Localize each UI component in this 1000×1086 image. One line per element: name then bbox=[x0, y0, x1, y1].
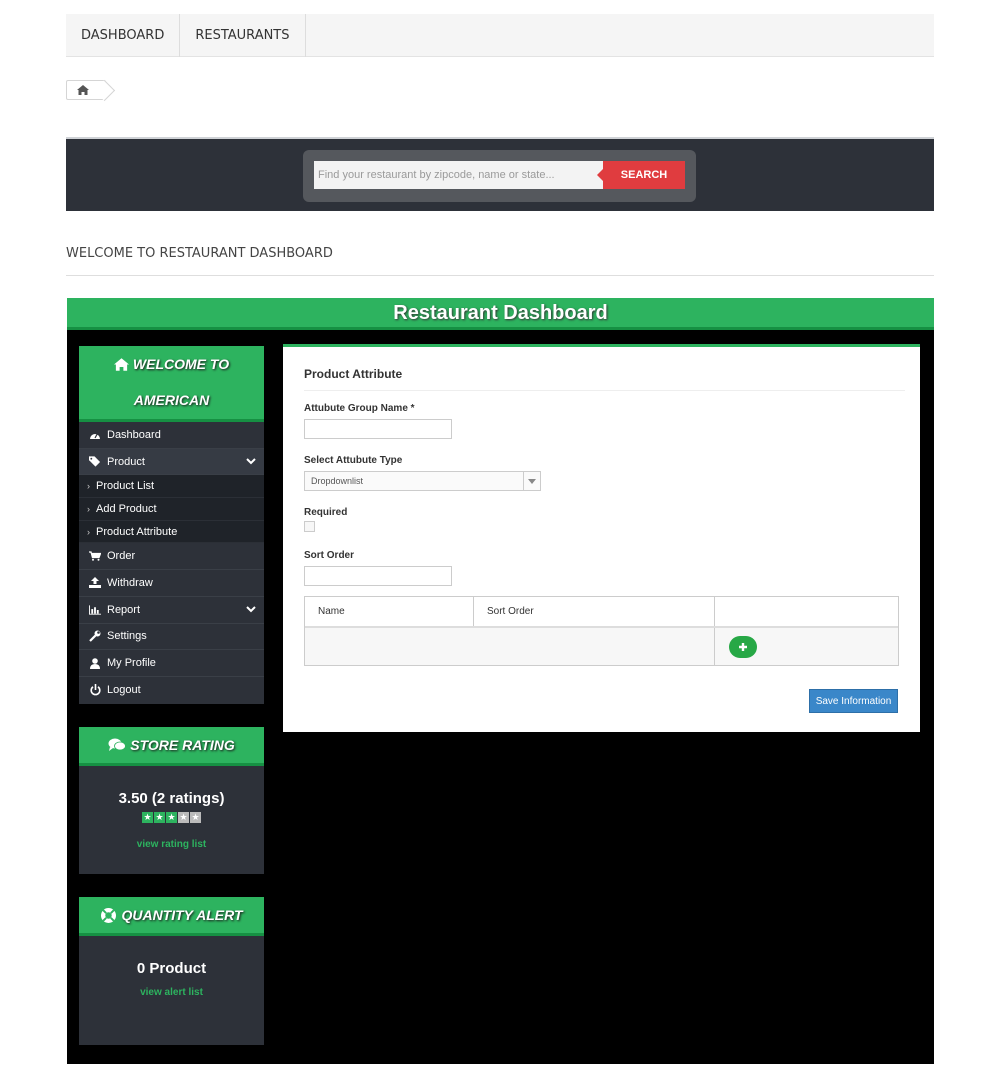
sort-order-input[interactable] bbox=[304, 566, 452, 586]
quantity-alert-panel: 0 Product view alert list bbox=[79, 936, 264, 1045]
alert-value: 0 Product bbox=[136, 960, 207, 977]
search-button[interactable]: SEARCH bbox=[597, 161, 685, 189]
sidebar-subitem-product-attribute[interactable]: › Product Attribute bbox=[79, 520, 264, 544]
star-icon: ★ bbox=[154, 812, 165, 823]
divider bbox=[66, 275, 934, 276]
required-checkbox[interactable] bbox=[304, 521, 315, 532]
divider bbox=[304, 390, 905, 391]
sidebar-subitem-label: Add Product bbox=[96, 502, 157, 515]
star-icon: ★ bbox=[166, 812, 177, 823]
sidebar-item-withdraw[interactable]: Withdraw bbox=[79, 570, 264, 597]
sidebar-subitem-label: Product List bbox=[96, 480, 155, 493]
cell-divider bbox=[714, 628, 715, 665]
sidebar-item-report[interactable]: Report bbox=[79, 597, 264, 624]
dashboard-frame: Restaurant Dashboard WELCOME TO AMERICAN… bbox=[67, 298, 934, 1064]
select-value: Dropdownlist bbox=[311, 476, 364, 486]
product-attribute-card: Product Attribute Attubute Group Name * … bbox=[283, 344, 920, 732]
view-rating-list-link[interactable]: view rating list bbox=[79, 839, 264, 850]
nav-restaurants[interactable]: RESTAURANTS bbox=[180, 14, 306, 57]
quantity-alert-header: QUANTITY ALERT bbox=[79, 897, 264, 936]
cart-icon bbox=[89, 550, 101, 562]
sidebar-item-label: Settings bbox=[107, 630, 147, 643]
add-row-button[interactable] bbox=[729, 636, 757, 658]
sidebar-menu: Dashboard Product › Product List › Add Pro… bbox=[79, 422, 264, 704]
attribute-type-label: Select Attubute Type bbox=[304, 455, 403, 466]
upload-icon bbox=[89, 577, 101, 589]
view-alert-list-link[interactable]: view alert list bbox=[79, 987, 264, 998]
sidebar-subitem-label: Product Attribute bbox=[96, 525, 178, 538]
sidebar-item-label: Order bbox=[107, 550, 136, 563]
user-icon bbox=[89, 657, 101, 669]
plus-icon bbox=[739, 643, 747, 651]
quantity-alert-title: QUANTITY ALERT bbox=[121, 907, 243, 923]
caret-down-icon bbox=[523, 472, 540, 490]
chevron-right-icon: › bbox=[87, 481, 90, 492]
store-rating-header: STORE RATING bbox=[79, 727, 264, 766]
sidebar-item-label: Withdraw bbox=[107, 576, 153, 589]
group-name-input[interactable] bbox=[304, 419, 452, 439]
sidebar-item-label: Logout bbox=[107, 684, 141, 697]
breadcrumb[interactable] bbox=[66, 80, 106, 100]
welcome-box: WELCOME TO AMERICAN bbox=[79, 346, 264, 422]
star-icon: ★ bbox=[178, 812, 189, 823]
sort-order-label: Sort Order bbox=[304, 550, 355, 561]
column-header-name: Name bbox=[305, 597, 474, 626]
chevron-down-icon bbox=[246, 457, 256, 465]
sidebar-item-label: Product bbox=[107, 455, 145, 468]
rating-stars: ★ ★ ★ ★ ★ bbox=[79, 812, 264, 823]
power-icon bbox=[89, 684, 101, 696]
column-header-actions bbox=[715, 597, 898, 626]
store-rating-title: STORE RATING bbox=[130, 737, 235, 753]
sidebar-item-label: Report bbox=[107, 603, 141, 616]
home-icon bbox=[113, 357, 129, 371]
welcome-line2: AMERICAN bbox=[133, 392, 210, 408]
sidebar-item-label: My Profile bbox=[107, 657, 156, 670]
sidebar-subitem-product-list[interactable]: › Product List bbox=[79, 475, 264, 499]
attribute-type-select[interactable]: Dropdownlist bbox=[304, 471, 541, 491]
search-box: SEARCH bbox=[303, 150, 696, 202]
sidebar-subitem-add-product[interactable]: › Add Product bbox=[79, 498, 264, 521]
sidebar-item-product[interactable]: Product bbox=[79, 448, 264, 476]
sidebar-item-dashboard[interactable]: Dashboard bbox=[79, 422, 264, 449]
rating-value: 3.50 (2 ratings) bbox=[118, 790, 225, 807]
store-rating-panel: 3.50 (2 ratings) ★ ★ ★ ★ ★ view rating list bbox=[79, 766, 264, 874]
chevron-down-icon bbox=[246, 606, 256, 613]
required-label: Required bbox=[304, 507, 348, 518]
table-row bbox=[305, 626, 898, 665]
sidebar-item-my-profile[interactable]: My Profile bbox=[79, 650, 264, 677]
sidebar-item-label: Dashboard bbox=[107, 428, 161, 441]
star-icon: ★ bbox=[190, 812, 201, 823]
sidebar-item-settings[interactable]: Settings bbox=[79, 624, 264, 651]
tags-icon bbox=[89, 456, 101, 468]
column-header-sort-order: Sort Order bbox=[474, 597, 715, 626]
sidebar-item-logout[interactable]: Logout bbox=[79, 677, 264, 704]
nav-dashboard[interactable]: DASHBOARD bbox=[66, 14, 181, 57]
chevron-right-icon: › bbox=[87, 503, 90, 514]
attribute-table: Name Sort Order bbox=[304, 596, 899, 666]
save-information-button[interactable]: Save Information bbox=[809, 689, 898, 713]
wrench-icon bbox=[89, 630, 101, 643]
page-title: WELCOME TO RESTAURANT DASHBOARD bbox=[66, 246, 333, 261]
dashboard-title: Restaurant Dashboard bbox=[67, 298, 934, 330]
card-title: Product Attribute bbox=[304, 367, 403, 381]
home-icon bbox=[77, 85, 89, 95]
search-band: SEARCH bbox=[66, 137, 934, 211]
lifebuoy-icon bbox=[101, 907, 117, 923]
sidebar-item-order[interactable]: Order bbox=[79, 543, 264, 571]
comments-icon bbox=[108, 738, 127, 751]
welcome-line1: WELCOME TO bbox=[132, 356, 230, 372]
dashboard-icon bbox=[89, 429, 101, 441]
search-input[interactable] bbox=[314, 161, 604, 189]
star-icon: ★ bbox=[142, 812, 153, 823]
group-name-label: Attubute Group Name * bbox=[304, 403, 415, 414]
bar-chart-icon bbox=[89, 604, 101, 616]
chevron-right-icon: › bbox=[87, 526, 90, 537]
top-nav: DASHBOARD RESTAURANTS bbox=[66, 14, 934, 57]
